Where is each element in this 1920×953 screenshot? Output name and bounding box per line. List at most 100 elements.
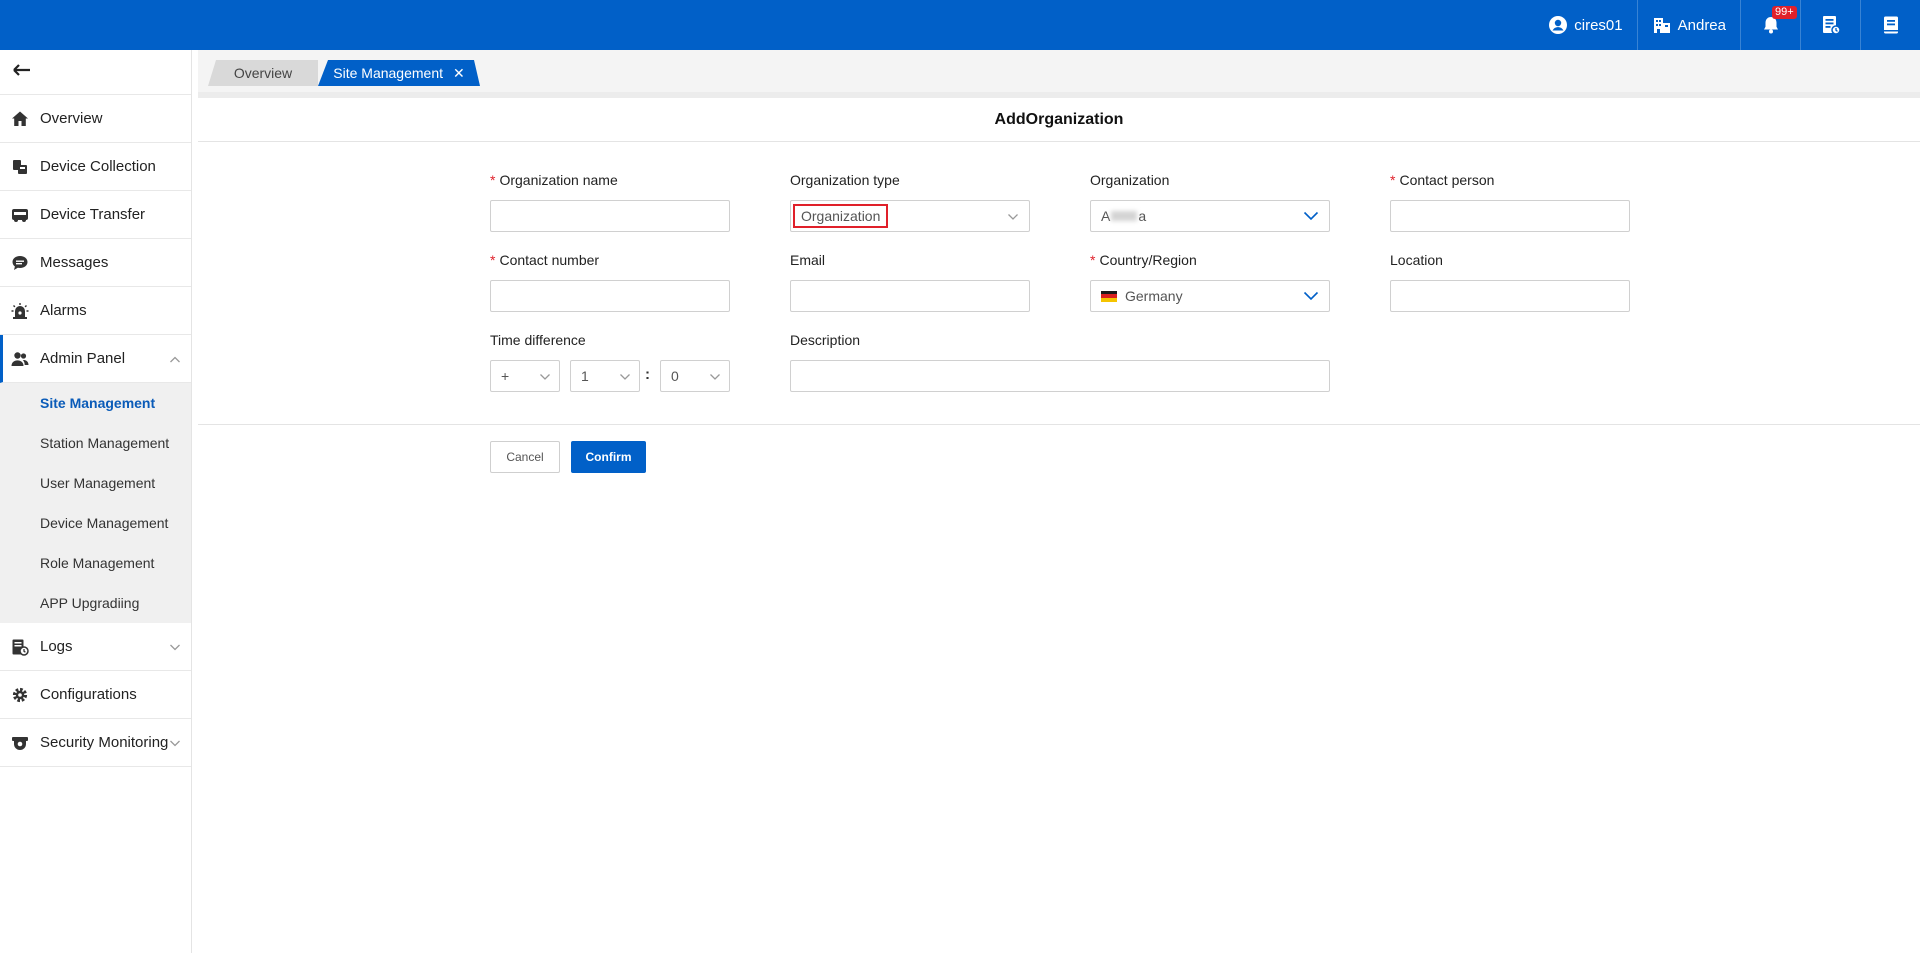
chevron-down-icon	[1303, 288, 1319, 304]
contact-person-field: * Contact person	[1390, 172, 1630, 232]
sidebar-item-user-management[interactable]: User Management	[0, 463, 191, 503]
reports-button[interactable]	[1800, 0, 1860, 50]
sidebar-item-overview[interactable]: Overview	[0, 95, 191, 143]
organization-name: Andrea	[1677, 16, 1726, 34]
germany-flag-icon	[1101, 290, 1117, 302]
sidebar-item-device-management[interactable]: Device Management	[0, 503, 191, 543]
time-difference-field: Time difference + 1 : 0	[490, 332, 730, 392]
sidebar-item-logs[interactable]: Logs	[0, 623, 191, 671]
email-label: Email	[790, 252, 826, 268]
camera-icon	[10, 733, 30, 753]
sidebar-item-site-management[interactable]: Site Management	[0, 383, 191, 423]
sidebar-item-app-upgrading[interactable]: APP Upgradiing	[0, 583, 191, 623]
contact-person-label: * Contact person	[1390, 172, 1630, 190]
sidebar-item-role-management[interactable]: Role Management	[0, 543, 191, 583]
required-mark: *	[1090, 252, 1096, 268]
chat-icon	[10, 253, 30, 273]
location-input[interactable]	[1390, 280, 1630, 312]
sidebar-item-device-transfer[interactable]: Device Transfer	[0, 191, 191, 239]
description-field: Description	[790, 332, 1330, 392]
sidebar-item-label: Messages	[40, 254, 109, 271]
chevron-down-icon	[1007, 208, 1019, 224]
book-icon	[1881, 15, 1901, 35]
contact-number-label: * Contact number	[490, 252, 730, 270]
country-value: Germany	[1125, 288, 1183, 304]
tab-overview[interactable]: Overview	[208, 60, 318, 86]
logs-icon	[10, 637, 30, 657]
required-mark: *	[490, 252, 496, 268]
sidebar-item-security-monitoring[interactable]: Security Monitoring	[0, 719, 191, 767]
chevron-up-icon	[169, 350, 181, 367]
close-icon[interactable]: ✕	[453, 65, 465, 82]
redacted-text	[1111, 211, 1138, 221]
organization-value-start: A	[1101, 208, 1111, 224]
confirm-button[interactable]: Confirm	[571, 441, 646, 473]
truck-icon	[10, 205, 30, 225]
required-mark: *	[1390, 172, 1396, 188]
top-bar: cires01 Andrea 99+	[0, 0, 1920, 50]
tab-label: Overview	[233, 65, 293, 81]
organization-name-field: * Organization name	[490, 172, 730, 232]
contact-number-input[interactable]	[490, 280, 730, 312]
home-icon	[10, 109, 30, 129]
organization-name-label: * Organization name	[490, 172, 730, 190]
notification-badge: 99+	[1772, 6, 1797, 19]
sidebar-item-station-management[interactable]: Station Management	[0, 423, 191, 463]
cancel-button[interactable]: Cancel	[490, 441, 560, 473]
time-difference-label: Time difference	[490, 332, 586, 348]
time-hours-select[interactable]: 1	[570, 360, 640, 392]
sidebar-item-label: Alarms	[40, 302, 87, 319]
user-menu[interactable]: cires01	[1534, 0, 1636, 50]
organization-name-input[interactable]	[490, 200, 730, 232]
users-icon	[10, 349, 30, 369]
sidebar-item-messages[interactable]: Messages	[0, 239, 191, 287]
tab-site-management[interactable]: Site Management ✕	[318, 60, 480, 86]
chevron-down-icon	[169, 734, 181, 751]
alarm-icon	[10, 301, 30, 321]
country-region-select[interactable]: Germany	[1090, 280, 1330, 312]
sidebar-item-label: Overview	[40, 110, 103, 127]
organization-type-value: Organization	[793, 204, 889, 228]
chevron-down-icon	[539, 368, 551, 384]
admin-panel-submenu: Site Management Station Management User …	[0, 383, 191, 623]
sidebar-item-alarms[interactable]: Alarms	[0, 287, 191, 335]
sidebar-item-configurations[interactable]: Configurations	[0, 671, 191, 719]
location-label: Location	[1390, 252, 1443, 268]
chevron-down-icon	[709, 368, 721, 384]
tab-label: Site Management	[333, 65, 443, 81]
manual-button[interactable]	[1860, 0, 1920, 50]
time-separator: :	[645, 366, 650, 383]
contact-person-input[interactable]	[1390, 200, 1630, 232]
notifications-button[interactable]: 99+	[1740, 0, 1800, 50]
top-bar-actions: cires01 Andrea 99+	[1534, 0, 1920, 50]
label-text: Contact person	[1399, 172, 1495, 188]
organization-value-end: a	[1138, 208, 1147, 224]
location-field: Location	[1390, 252, 1630, 312]
chevron-down-icon	[1303, 208, 1319, 224]
collapse-sidebar-button[interactable]	[0, 50, 191, 95]
sidebar-item-device-collection[interactable]: Device Collection	[0, 143, 191, 191]
report-icon	[1821, 15, 1841, 35]
organization-type-select[interactable]: Organization	[790, 200, 1030, 232]
sidebar-item-label: Logs	[40, 638, 73, 655]
main-content: AddOrganization * Organization name Organ…	[198, 92, 1920, 953]
sidebar-item-label: Admin Panel	[40, 350, 126, 367]
description-label: Description	[790, 332, 861, 348]
sidebar-item-admin-panel[interactable]: Admin Panel	[0, 335, 191, 383]
organization-type-label: Organization type	[790, 172, 900, 188]
email-field: Email	[790, 252, 1030, 312]
label-text: Organization name	[499, 172, 618, 188]
email-input[interactable]	[790, 280, 1030, 312]
label-text: Contact number	[499, 252, 600, 268]
time-sign-value: +	[501, 368, 510, 384]
tabs-bar: Overview Site Management ✕	[198, 50, 1920, 92]
organization-select[interactable]: Aa	[1090, 200, 1330, 232]
time-minutes-select[interactable]: 0	[660, 360, 730, 392]
time-hours-value: 1	[581, 368, 589, 384]
description-input[interactable]	[790, 360, 1330, 392]
user-circle-icon	[1548, 15, 1568, 35]
chevron-down-icon	[619, 368, 631, 384]
time-sign-select[interactable]: +	[490, 360, 560, 392]
page-title: AddOrganization	[198, 98, 1920, 142]
organization-menu[interactable]: Andrea	[1636, 0, 1740, 50]
